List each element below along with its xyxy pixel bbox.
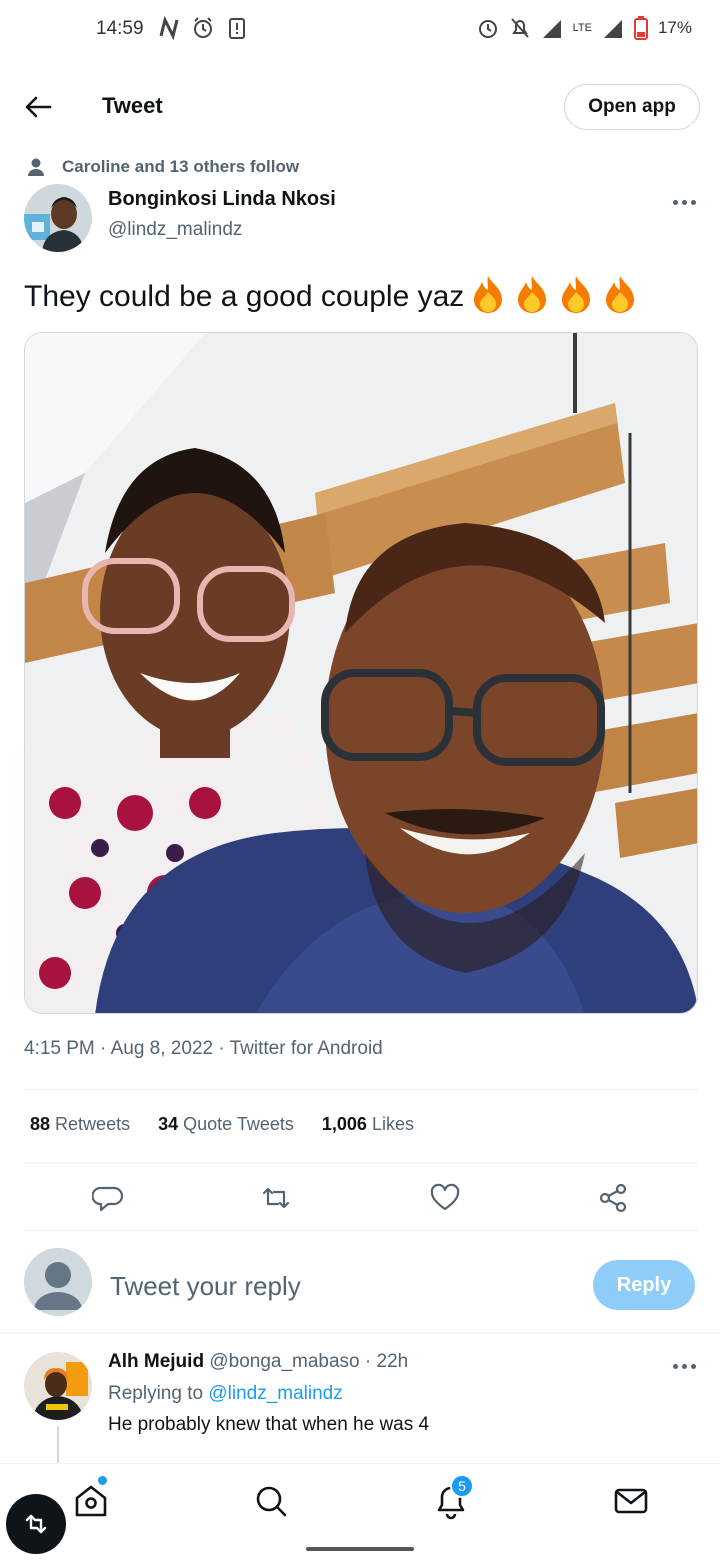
separator: · (364, 1351, 372, 1372)
reply-header: Alh Mejuid @bonga_mabaso · 22h (108, 1351, 408, 1373)
user-avatar (24, 1248, 92, 1316)
likes-label: Likes (371, 1114, 414, 1134)
likes-stat[interactable]: 1,006 Likes (322, 1114, 414, 1135)
retweet-fab-button[interactable] (6, 1494, 66, 1554)
social-context-text: Caroline and 13 others follow (62, 157, 300, 176)
quote-tweets-label: Quote Tweets (183, 1114, 294, 1134)
reply-button[interactable]: Reply (593, 1260, 695, 1310)
likes-count: 1,006 (321, 1114, 367, 1134)
thread-line (57, 1426, 59, 1466)
reply-input[interactable] (110, 1266, 510, 1306)
reply-author-avatar[interactable] (24, 1352, 92, 1420)
notification-badge: 5 (450, 1474, 474, 1498)
replying-to: Replying to @lindz_malindz (108, 1383, 343, 1405)
signal-icon (542, 20, 561, 38)
network-type: LTE (572, 22, 592, 34)
fire-emoji-icon (474, 276, 503, 313)
retweet-icon (25, 1514, 47, 1534)
replying-to-prefix: Replying to (108, 1383, 204, 1404)
retweet-icon[interactable] (260, 1182, 292, 1214)
more-options-icon[interactable] (670, 1359, 698, 1373)
fire-emoji-icon (518, 276, 547, 313)
divider (0, 1332, 720, 1333)
retweets-label: Retweets (55, 1114, 131, 1134)
replying-to-link[interactable]: @lindz_malindz (208, 1383, 342, 1404)
divider (24, 1089, 698, 1090)
divider (24, 1230, 698, 1231)
open-app-button[interactable]: Open app (564, 84, 700, 130)
reply-author-name[interactable]: Alh Mejuid (108, 1351, 204, 1372)
back-arrow-icon[interactable] (22, 92, 54, 122)
alarm-icon (194, 17, 212, 38)
reply-time[interactable]: 22h (377, 1351, 409, 1372)
tweet-stats: 88 Retweets 34 Quote Tweets 1,006 Likes (30, 1114, 414, 1135)
quote-tweets-count: 34 (158, 1114, 179, 1134)
page-title: Tweet (102, 93, 163, 118)
quote-tweets-stat[interactable]: 34 Quote Tweets (158, 1114, 294, 1135)
reply-author-handle[interactable]: @bonga_mabaso (209, 1351, 359, 1372)
home-icon[interactable] (72, 1482, 110, 1520)
battery-icon (633, 16, 648, 40)
retweets-stat[interactable]: 88 Retweets (30, 1114, 130, 1135)
bottom-nav: 5 (0, 1463, 720, 1538)
fire-emoji-icon (562, 276, 591, 313)
status-bar: 14:59 LTE 17% (0, 0, 720, 62)
share-icon[interactable] (597, 1182, 629, 1214)
home-indicator (306, 1547, 414, 1551)
retweets-count: 88 (30, 1114, 51, 1134)
like-icon[interactable] (429, 1182, 461, 1214)
signal-icon (603, 20, 622, 38)
person-icon (28, 158, 44, 176)
divider (24, 1163, 698, 1164)
author-handle[interactable]: @lindz_malindz (108, 219, 242, 241)
status-time: 14:59 (96, 18, 144, 39)
tweet-actions (24, 1174, 698, 1220)
top-bar: Tweet Open app (0, 70, 720, 142)
tweet-text-content: They could be a good couple yaz (24, 280, 465, 313)
tweet-text: They could be a good couple yaz (24, 274, 640, 314)
more-options-icon[interactable] (670, 195, 698, 209)
fire-emoji-icon (606, 276, 635, 313)
messages-icon[interactable] (612, 1482, 650, 1520)
alarm-icon (478, 20, 497, 38)
tweet-photo[interactable] (24, 332, 698, 1014)
author-avatar[interactable] (24, 184, 92, 252)
tweet-timestamp[interactable]: 4:15 PM · Aug 8, 2022 · Twitter for Andr… (24, 1038, 383, 1060)
social-context: Caroline and 13 others follow (28, 155, 299, 179)
alert-icon (229, 18, 245, 39)
reply-text: He probably knew that when he was 4 (108, 1414, 430, 1435)
mute-icon (510, 18, 529, 38)
reply-icon[interactable] (92, 1182, 124, 1214)
search-icon[interactable] (252, 1482, 290, 1520)
home-unread-dot (98, 1476, 107, 1485)
author-name[interactable]: Bonginkosi Linda Nkosi (108, 188, 336, 211)
nfc-icon (159, 16, 179, 40)
battery-percent: 17% (657, 18, 692, 37)
